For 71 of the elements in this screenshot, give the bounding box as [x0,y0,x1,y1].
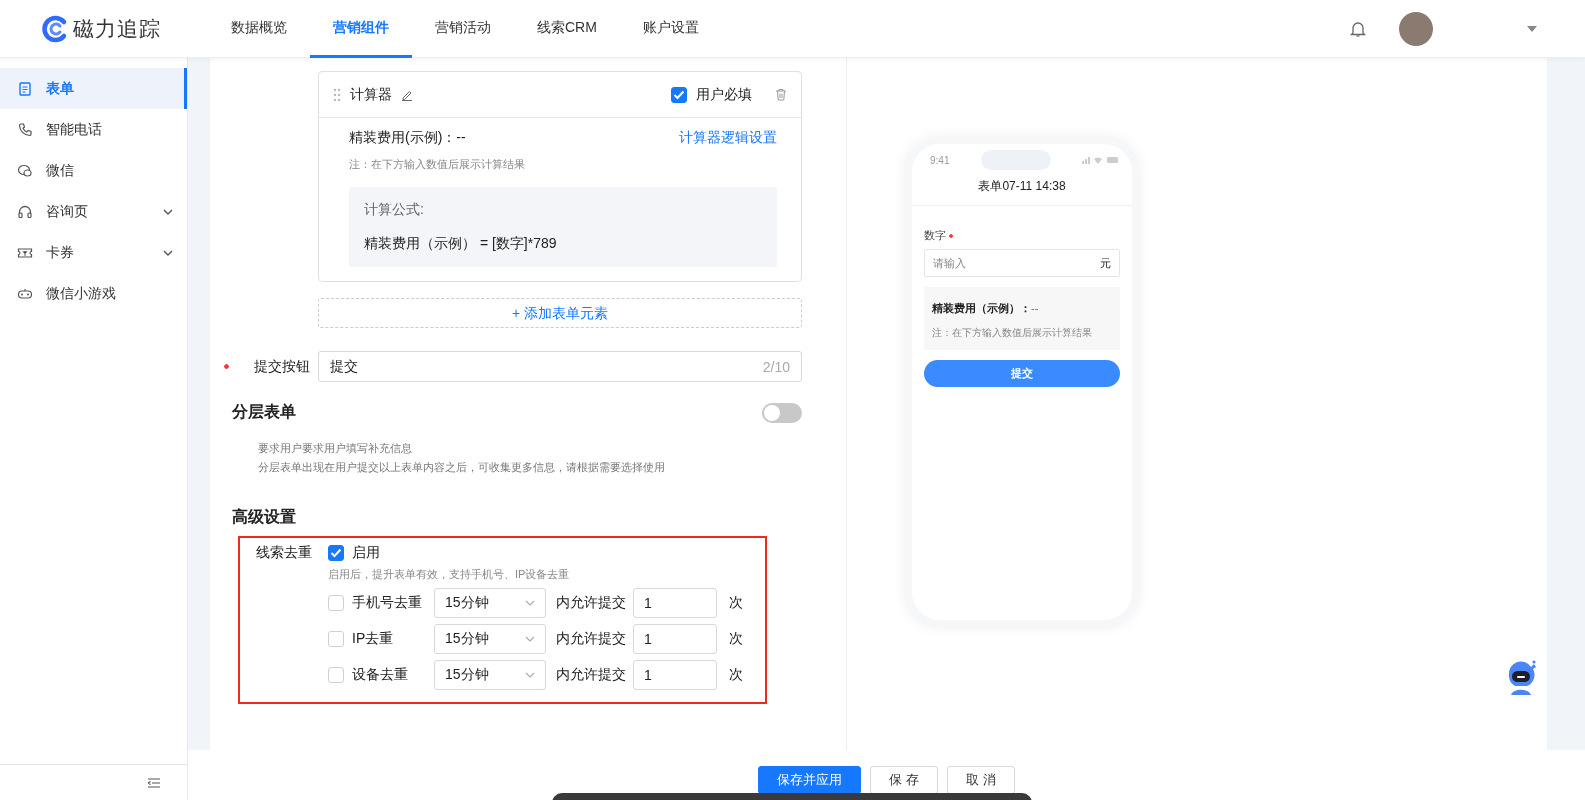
number-field[interactable]: 1 [633,588,717,618]
nav-tab[interactable]: 营销活动 [412,0,514,58]
period-dropdown[interactable]: 15分钟 [434,624,546,654]
checkbox[interactable] [671,86,687,103]
logo-text: 磁力追踪 [73,15,161,42]
description-text: 分层表单出现在用户提交以上表单内容之后，可收集更多信息，请根据需要选择使用 [258,460,666,475]
edit-icon [401,88,413,101]
nav-tab[interactable]: 线索CRM [514,0,620,58]
number-field[interactable]: 1 [633,624,717,654]
phone-icon [17,121,33,138]
formula-text: 精装费用（示例） = [数字]*789 [364,235,558,253]
section-title: 高级设置 [232,507,297,527]
footer-button[interactable]: 取 消 [947,766,1015,794]
nav-tab[interactable]: 数据概览 [208,0,310,58]
nav-tab[interactable]: 账户设置 [619,0,722,58]
char-count: 2/10 [762,358,790,375]
field-title: 计算器 [350,85,392,104]
result-value: -- [1031,302,1039,314]
avatar[interactable] [1399,11,1433,46]
sidebar-item[interactable]: 咨询页 [0,191,187,232]
sidebar-item[interactable]: 表单 [0,68,187,109]
headset-icon [17,203,33,220]
document-icon [17,80,33,97]
status-icons-icon [1082,156,1118,164]
chevron-down-icon [525,672,535,678]
result-text: 精装费用(示例)：-- [349,129,466,147]
drag-handle-icon [333,87,341,102]
toggle-switch[interactable] [762,402,802,423]
add-element-button[interactable]: + 添加表单元素 [318,298,802,328]
hint-text: 启用后，提升表单有效，支持手机号、IP设备去重 [328,567,571,582]
note-text: 注：在下方输入数值后展示计算结果 [349,157,526,172]
sidebar-item[interactable]: 智能电话 [0,109,187,150]
description-text: 要求用户要求用户填写补充信息 [258,441,413,456]
caret-icon [1527,25,1537,32]
text-field[interactable]: 提交 2/10 [318,351,802,382]
period-dropdown[interactable]: 15分钟 [434,660,546,690]
formula-title: 计算公式: [364,201,425,219]
chevron-down-icon [525,600,535,606]
footer-button[interactable]: 保 存 [870,766,938,794]
checkbox[interactable] [328,545,344,561]
status-time: 9:41 [930,154,950,166]
checkbox-label: IP去重 [351,630,395,648]
field-label: 线索去重 [256,544,313,562]
chevron-down-icon [525,636,535,642]
logic-settings-link[interactable]: 计算器逻辑设置 [679,129,777,147]
sidebar-item[interactable]: 卡券 [0,232,187,273]
unit-label: 次 [728,666,743,684]
checkbox-label: 手机号去重 [351,594,423,612]
field-label: 数字 [924,228,953,243]
unit-label: 次 [728,594,743,612]
period-dropdown[interactable]: 15分钟 [434,588,546,618]
trash-icon [775,88,787,101]
section-title: 分层表单 [232,402,296,422]
bell-icon [1349,19,1367,38]
sidebar-item[interactable]: 微信小游戏 [0,273,187,314]
checkbox-label: 启用 [352,544,380,562]
collapse-icon [148,777,160,788]
sidebar-item[interactable]: 微信 [0,150,187,191]
field-label: 内允许提交 [555,594,627,612]
field-label: 内允许提交 [555,666,627,684]
save-apply-button[interactable]: 保存并应用 [758,766,862,794]
form-title: 表单07-11 14:38 [912,170,1132,206]
result-label: 精装费用（示例）： [932,302,1031,314]
checkbox-label: 用户必填 [696,85,752,104]
chat-icon [17,162,33,179]
checkbox-label: 设备去重 [351,666,409,684]
field-label: 内允许提交 [555,630,627,648]
number-field[interactable]: 1 [633,660,717,690]
note-text: 注：在下方输入数值后展示计算结果 [932,326,1093,340]
unit-label: 次 [728,630,743,648]
number-field[interactable]: 请输入 元 [924,249,1120,277]
